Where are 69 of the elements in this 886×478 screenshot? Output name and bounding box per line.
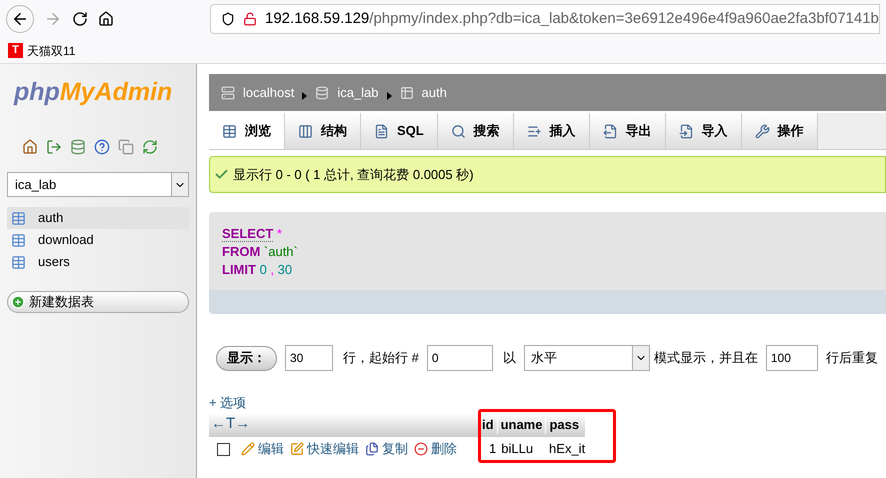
repeat-label: 模式显示，并且在	[654, 349, 758, 368]
table-list-item[interactable]: download	[7, 229, 189, 251]
help-icon[interactable]	[94, 139, 110, 155]
breadcrumb-link[interactable]: ica_lab	[337, 82, 379, 102]
table-list-item[interactable]: users	[7, 251, 189, 273]
table-cell-text: hEx_it	[549, 440, 586, 458]
delete-icon	[414, 442, 428, 456]
copy-icon	[365, 442, 379, 456]
table-icon	[11, 232, 26, 248]
tab[interactable]: 操作	[742, 113, 818, 149]
column-header[interactable]: id	[478, 414, 497, 434]
pencil-note-icon	[290, 442, 304, 456]
new-table-button[interactable]: 新建数据表	[7, 291, 189, 313]
mode-label: 以	[502, 349, 516, 368]
table-cell-text: biLLu	[501, 440, 534, 458]
start-row-field[interactable]: 0	[426, 345, 493, 371]
row-action-link[interactable]: 编辑	[241, 439, 284, 459]
repeat-header-field[interactable]: 100	[766, 345, 818, 371]
sql-line: LIMIT 0 , 30	[222, 261, 294, 279]
insecure-lock-icon	[243, 12, 257, 26]
options-link[interactable]: + 选项	[197, 393, 246, 412]
address-bar[interactable]: 192.168.59.129/phpmy/index.php?db=ica_lab&token=3e6912e496e4f9a960ae2fa3bf07141b	[210, 4, 880, 34]
exit-door-icon[interactable]	[46, 139, 62, 155]
logo: phpMyAdmin	[14, 80, 172, 105]
breadcrumb-link[interactable]: auth	[422, 82, 447, 102]
table-cell-text: 1	[488, 440, 498, 458]
home-icon[interactable]	[98, 11, 114, 27]
repeat-after-label: 行后重复	[826, 349, 878, 368]
bookmark-logo-icon: T	[8, 43, 23, 58]
url-host: 192.168.59.129	[265, 8, 370, 29]
mode-select[interactable]: 水平	[524, 345, 650, 371]
column-header[interactable]: uname	[496, 414, 546, 434]
row-action-link[interactable]: 快速编辑	[290, 439, 359, 459]
back-button[interactable]	[6, 5, 34, 33]
breadcrumb-arrow-icon	[302, 92, 308, 100]
row-action-link[interactable]: 删除	[414, 439, 457, 459]
sql-line: SELECT *	[222, 225, 283, 243]
shield-icon	[221, 12, 235, 26]
tab[interactable]: 浏览	[209, 113, 285, 149]
row-action-link[interactable]: 复制	[365, 439, 408, 459]
pencil-icon	[241, 442, 255, 456]
table-icon	[11, 210, 26, 226]
database-icon	[315, 86, 330, 100]
tab[interactable]: 导入	[666, 113, 742, 149]
database-select[interactable]: ica_lab	[7, 172, 189, 197]
tab[interactable]: 插入	[514, 113, 590, 149]
url-path: /phpmy/index.php?db=ica_lab&token=3e6912e496e4f9a960ae2fa3bf07141b	[369, 8, 879, 29]
reload-icon[interactable]	[72, 11, 88, 27]
tab[interactable]: SQL	[361, 113, 438, 149]
table-icon	[11, 254, 26, 270]
table-icon	[400, 86, 414, 100]
breadcrumb-arrow-icon	[386, 92, 392, 100]
rows-label: 行，起始行 #	[343, 349, 419, 368]
plus-icon	[11, 295, 25, 309]
server-icon	[221, 86, 235, 100]
success-message: 显示行 0 - 0 ( 1 总计, 查询花费 0.0005 秒)	[209, 156, 886, 193]
table-list-item[interactable]: auth	[7, 207, 189, 229]
breadcrumb-link[interactable]: localhost	[243, 82, 294, 102]
tab[interactable]: 结构	[285, 113, 361, 149]
row-checkbox[interactable]	[217, 442, 230, 456]
tab[interactable]: 导出	[590, 113, 666, 149]
column-arrows[interactable]: ←T→	[209, 413, 250, 436]
rows-field[interactable]: 30	[285, 345, 333, 371]
show-button[interactable]: 显示：	[216, 346, 277, 370]
search-icon	[450, 124, 466, 138]
sql-line: FROM `auth`	[222, 243, 299, 261]
column-header[interactable]: pass	[545, 414, 582, 434]
bookmark-link[interactable]: T 天猫双11	[8, 42, 76, 60]
tab[interactable]: 搜索	[438, 113, 514, 149]
